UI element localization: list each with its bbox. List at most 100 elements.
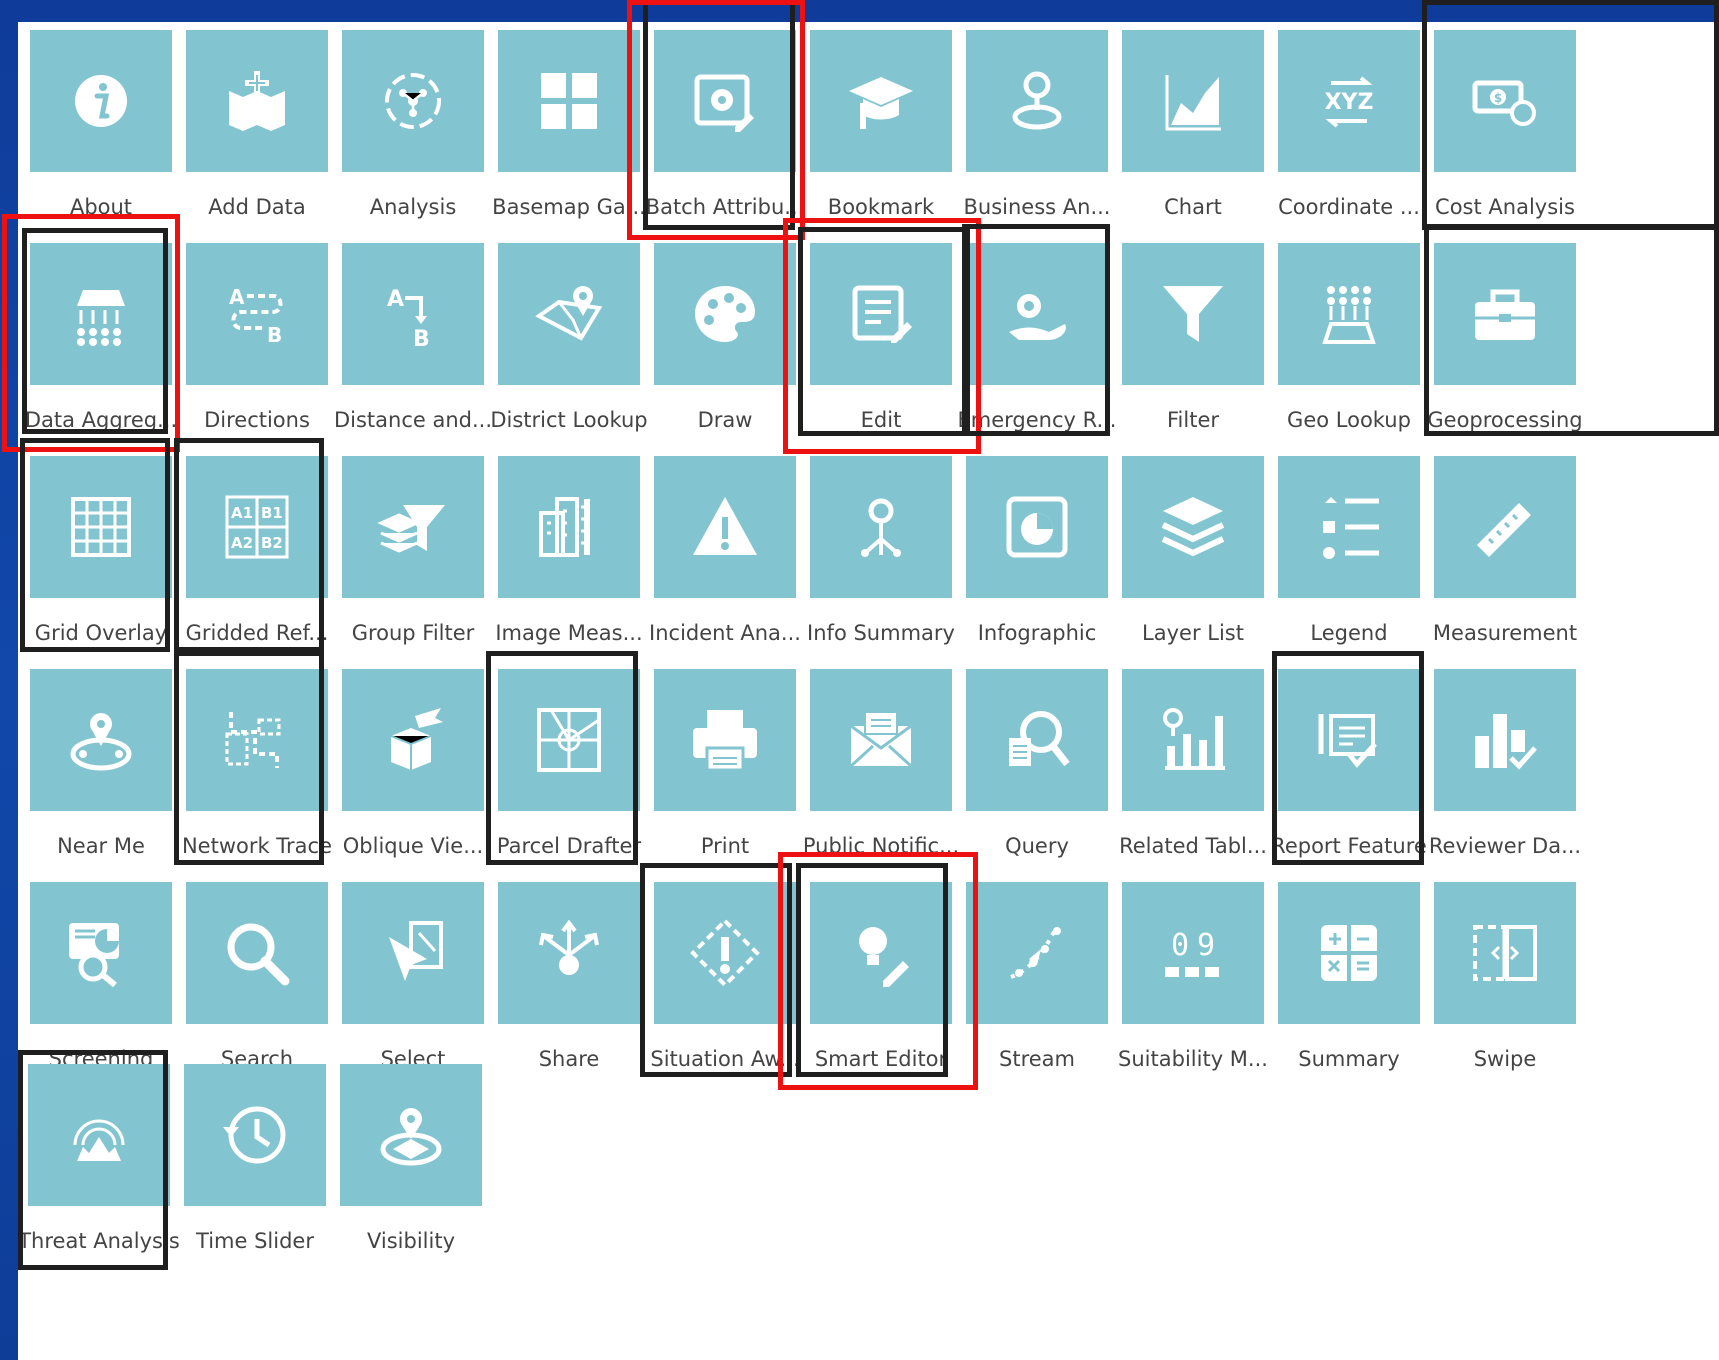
widget-tile[interactable] [810,243,952,385]
widget-related-tabl[interactable]: Related Tabl... [1119,669,1267,869]
widget-filter[interactable]: Filter [1122,243,1264,443]
widget-tile[interactable] [184,1064,326,1206]
widget-tile[interactable] [498,30,640,172]
widget-geo-lookup[interactable]: Geo Lookup [1278,243,1420,443]
widget-search[interactable]: Search [186,882,328,1082]
widget-tile[interactable] [966,243,1108,385]
widget-tile[interactable] [342,456,484,598]
widget-network-trace[interactable]: Network Trace [182,669,332,869]
widget-tile[interactable] [1278,669,1420,811]
widget-distance-and[interactable]: A B Distance and... [334,243,492,443]
widget-public-notific[interactable]: Public Notific... [803,669,959,869]
widget-stream[interactable]: Stream [966,882,1108,1082]
widget-tile[interactable] [810,882,952,1024]
widget-tile[interactable] [1434,456,1576,598]
widget-directions[interactable]: A B Directions [186,243,328,443]
widget-tile[interactable] [186,882,328,1024]
widget-incident-ana[interactable]: Incident Ana... [649,456,801,656]
widget-parcel-drafter[interactable]: Parcel Drafter [497,669,641,869]
widget-smart-editor[interactable]: Smart Editor [810,882,952,1082]
widget-tile[interactable] [654,882,796,1024]
widget-chart[interactable]: Chart [1122,30,1264,230]
widget-batch-attribu[interactable]: Batch Attribu... [646,30,804,230]
widget-tile[interactable]: A1 B1 A2 B2 [186,456,328,598]
widget-screening[interactable]: Screening [30,882,172,1082]
widget-tile[interactable] [1434,882,1576,1024]
widget-tile[interactable]: XYZ [1278,30,1420,172]
widget-reviewer-da[interactable]: Reviewer Da... [1429,669,1581,869]
widget-infographic[interactable]: Infographic [966,456,1108,656]
widget-summary[interactable]: Summary [1278,882,1420,1082]
widget-emergency-r[interactable]: Emergency R... [958,243,1117,443]
widget-select[interactable]: Select [342,882,484,1082]
widget-threat-analysis[interactable]: Threat Analysis [18,1064,180,1264]
widget-tile[interactable] [30,30,172,172]
widget-district-lookup[interactable]: District Lookup [490,243,648,443]
widget-tile[interactable] [1278,882,1420,1024]
widget-data-aggreg[interactable]: Data Aggreg... [25,243,177,443]
widget-tile[interactable]: 09 [1122,882,1264,1024]
widget-suitability-m[interactable]: 0 9 Suitability M... [1118,882,1268,1082]
widget-info-summary[interactable]: Info Summary [807,456,955,656]
widget-share[interactable]: Share [498,882,640,1082]
widget-tile[interactable] [498,456,640,598]
widget-situation-aw[interactable]: Situation Aw... [650,882,800,1082]
widget-tile[interactable] [654,669,796,811]
widget-tile[interactable] [30,456,172,598]
widget-tile[interactable] [342,30,484,172]
widget-tile[interactable] [30,669,172,811]
widget-coordinate[interactable]: XYZ Coordinate ... [1278,30,1420,230]
widget-swipe[interactable]: Swipe [1434,882,1576,1082]
widget-tile[interactable] [810,456,952,598]
widget-grid-overlay[interactable]: Grid Overlay [30,456,172,656]
widget-tile[interactable] [654,30,796,172]
widget-tile[interactable] [654,456,796,598]
widget-tile[interactable] [498,882,640,1024]
widget-report-feature[interactable]: Report Feature [1271,669,1427,869]
widget-tile[interactable] [1278,243,1420,385]
widget-tile[interactable] [1434,243,1576,385]
widget-tile[interactable] [810,30,952,172]
widget-tile[interactable] [186,669,328,811]
widget-basemap-ga[interactable]: Basemap Ga... [492,30,646,230]
widget-group-filter[interactable]: Group Filter [342,456,484,656]
widget-business-an[interactable]: Business An... [964,30,1110,230]
widget-layer-list[interactable]: Layer List [1122,456,1264,656]
widget-tile[interactable] [654,243,796,385]
widget-query[interactable]: Query [966,669,1108,869]
widget-geoprocessing[interactable]: Geoprocessing [1427,243,1583,443]
widget-tile[interactable] [1122,456,1264,598]
widget-tile[interactable] [1434,669,1576,811]
widget-tile[interactable] [342,669,484,811]
widget-tile[interactable] [28,1064,170,1206]
widget-near-me[interactable]: Near Me [30,669,172,869]
widget-tile[interactable]: AB [342,243,484,385]
widget-measurement[interactable]: Measurement [1433,456,1577,656]
widget-visibility[interactable]: Visibility [340,1064,482,1264]
widget-edit[interactable]: Edit [810,243,952,443]
widget-tile[interactable] [966,456,1108,598]
widget-tile[interactable] [498,669,640,811]
widget-tile[interactable] [186,30,328,172]
widget-legend[interactable]: Legend [1278,456,1420,656]
widget-tile[interactable] [966,30,1108,172]
widget-cost-analysis[interactable]: $ Cost Analysis [1434,30,1576,230]
widget-image-meas[interactable]: Image Meas... [495,456,643,656]
widget-tile[interactable] [1122,30,1264,172]
widget-about[interactable]: About [30,30,172,230]
widget-gridded-ref[interactable]: A1 B1 A2 B2 Gridded Ref... [186,456,328,656]
widget-tile[interactable] [340,1064,482,1206]
widget-tile[interactable] [966,882,1108,1024]
widget-tile[interactable] [342,882,484,1024]
widget-tile[interactable] [1278,456,1420,598]
widget-bookmark[interactable]: Bookmark [810,30,952,230]
widget-tile[interactable] [1122,669,1264,811]
widget-draw[interactable]: Draw [654,243,796,443]
widget-tile[interactable] [30,243,172,385]
widget-tile[interactable] [30,882,172,1024]
widget-print[interactable]: Print [654,669,796,869]
widget-tile[interactable] [966,669,1108,811]
widget-tile[interactable]: $ [1434,30,1576,172]
widget-tile[interactable] [810,669,952,811]
widget-tile[interactable] [1122,243,1264,385]
